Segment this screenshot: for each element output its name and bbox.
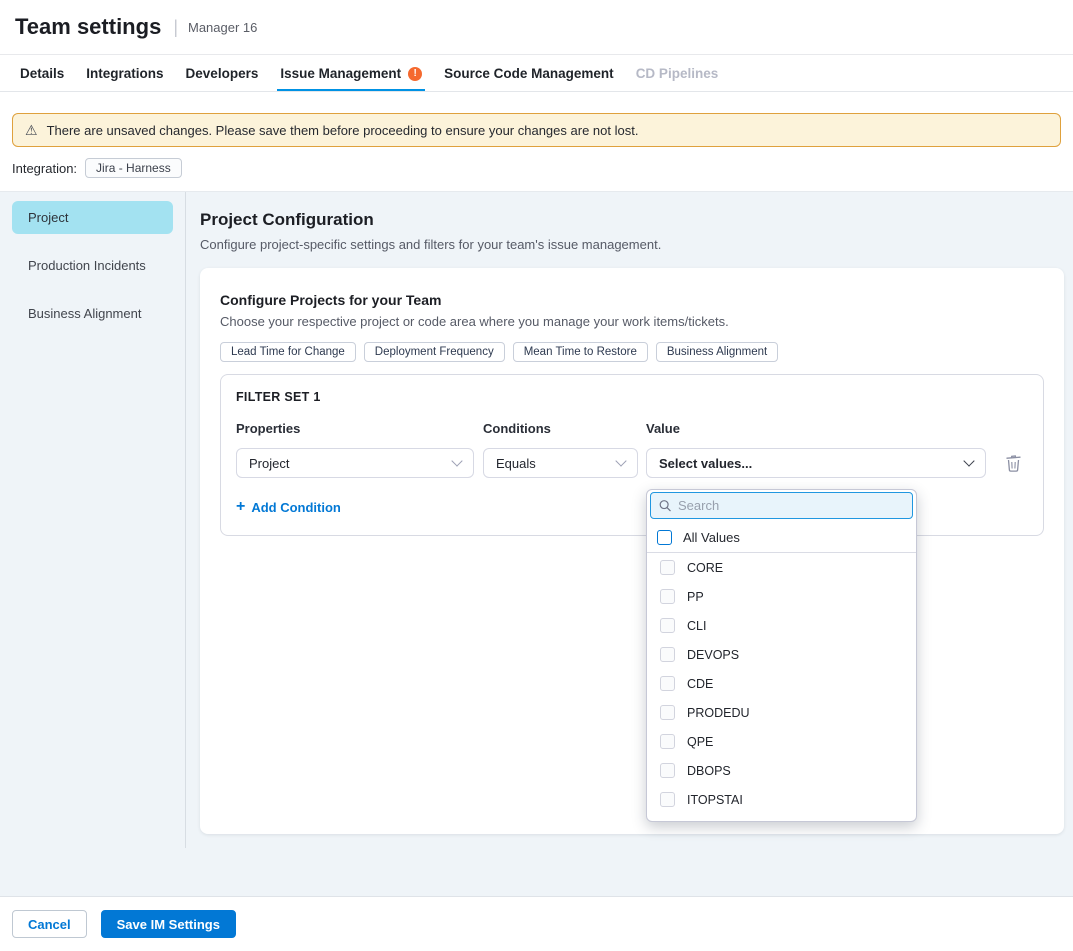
team-name: Manager 16 bbox=[188, 20, 257, 35]
tab-source-code-management[interactable]: Source Code Management bbox=[444, 56, 614, 91]
title-separator: | bbox=[173, 17, 178, 38]
checkbox[interactable] bbox=[660, 734, 675, 749]
filter-set-1: FILTER SET 1 Properties Conditions Value… bbox=[220, 374, 1044, 536]
save-im-settings-button[interactable]: Save IM Settings bbox=[101, 910, 236, 938]
chevron-down-icon bbox=[963, 455, 974, 466]
all-values-label: All Values bbox=[683, 530, 740, 545]
checkbox[interactable] bbox=[660, 560, 675, 575]
option-devops[interactable]: DEVOPS bbox=[647, 640, 916, 669]
tab-details[interactable]: Details bbox=[20, 56, 64, 91]
condition-select-value: Equals bbox=[496, 456, 536, 471]
option-cde[interactable]: CDE bbox=[647, 669, 916, 698]
conditions-column-label: Conditions bbox=[483, 421, 646, 436]
tab-issue-management[interactable]: Issue Management ! bbox=[280, 56, 422, 91]
trash-icon bbox=[1006, 455, 1021, 472]
property-select-value: Project bbox=[249, 456, 289, 471]
option-prodedu[interactable]: PRODEDU bbox=[647, 698, 916, 727]
card-subtitle: Choose your respective project or code a… bbox=[220, 314, 1044, 329]
add-condition-button[interactable]: + Add Condition bbox=[236, 499, 341, 515]
chevron-down-icon bbox=[451, 455, 462, 466]
main-panel: Project Configuration Configure project-… bbox=[186, 192, 1073, 896]
value-select-wrap: Select values... All Values bbox=[646, 448, 986, 478]
checkbox[interactable] bbox=[660, 792, 675, 807]
tab-integrations[interactable]: Integrations bbox=[86, 56, 163, 91]
cancel-button[interactable]: Cancel bbox=[12, 910, 87, 938]
settings-tab-bar: Details Integrations Developers Issue Ma… bbox=[0, 56, 1073, 92]
filter-row: Project Equals Select values... bbox=[236, 448, 1028, 478]
checkbox[interactable] bbox=[660, 589, 675, 604]
value-dropdown: All Values CORE PP CLI DEVOPS CDE PRODED… bbox=[646, 489, 917, 822]
integration-chip[interactable]: Jira - Harness bbox=[85, 158, 182, 178]
properties-column-label: Properties bbox=[236, 421, 483, 436]
checkbox[interactable] bbox=[660, 618, 675, 633]
chip-mean-time-to-restore[interactable]: Mean Time to Restore bbox=[513, 342, 648, 362]
dropdown-search bbox=[650, 492, 913, 519]
all-values-option[interactable]: All Values bbox=[647, 522, 916, 553]
unsaved-changes-banner: ⚠ There are unsaved changes. Please save… bbox=[12, 113, 1061, 147]
sub-header-section: ⚠ There are unsaved changes. Please save… bbox=[0, 92, 1073, 192]
sidebar-item-project[interactable]: Project bbox=[12, 201, 173, 234]
chip-lead-time-for-change[interactable]: Lead Time for Change bbox=[220, 342, 356, 362]
page-title: Team settings bbox=[15, 14, 161, 40]
chip-business-alignment[interactable]: Business Alignment bbox=[656, 342, 778, 362]
value-select-placeholder: Select values... bbox=[659, 456, 752, 471]
chip-deployment-frequency[interactable]: Deployment Frequency bbox=[364, 342, 505, 362]
integration-row: Integration: Jira - Harness bbox=[12, 158, 182, 178]
option-cli[interactable]: CLI bbox=[647, 611, 916, 640]
tab-cd-pipelines: CD Pipelines bbox=[636, 56, 719, 91]
checkbox[interactable] bbox=[660, 705, 675, 720]
sidebar-item-production-incidents[interactable]: Production Incidents bbox=[12, 249, 173, 282]
page-header: Team settings | Manager 16 bbox=[0, 0, 1073, 55]
checkbox[interactable] bbox=[660, 647, 675, 662]
chevron-down-icon bbox=[615, 455, 626, 466]
tab-developers[interactable]: Developers bbox=[186, 56, 259, 91]
filter-set-title: FILTER SET 1 bbox=[236, 390, 1028, 404]
value-multiselect[interactable]: Select values... bbox=[646, 448, 986, 478]
checkbox-all-values[interactable] bbox=[657, 530, 672, 545]
option-pp[interactable]: PP bbox=[647, 582, 916, 611]
condition-select[interactable]: Equals bbox=[483, 448, 638, 478]
add-condition-label: Add Condition bbox=[251, 500, 341, 515]
integration-label: Integration: bbox=[12, 161, 77, 176]
option-core[interactable]: CORE bbox=[647, 553, 916, 582]
value-column-label: Value bbox=[646, 421, 1028, 436]
checkbox[interactable] bbox=[660, 676, 675, 691]
search-icon bbox=[659, 499, 671, 512]
search-input[interactable] bbox=[678, 498, 904, 513]
configure-projects-card: Configure Projects for your Team Choose … bbox=[200, 268, 1064, 834]
tab-content: Project Production Incidents Business Al… bbox=[0, 192, 1073, 896]
option-pipe[interactable]: PIPE bbox=[647, 814, 916, 822]
unsaved-alert-badge-icon: ! bbox=[408, 67, 422, 81]
checkbox[interactable] bbox=[660, 763, 675, 778]
warning-icon: ⚠ bbox=[25, 123, 38, 137]
property-select[interactable]: Project bbox=[236, 448, 474, 478]
delete-filter-button[interactable] bbox=[1006, 455, 1021, 472]
plus-icon: + bbox=[236, 499, 245, 515]
checkbox[interactable] bbox=[660, 821, 675, 822]
sidebar: Project Production Incidents Business Al… bbox=[0, 192, 186, 848]
option-qpe[interactable]: QPE bbox=[647, 727, 916, 756]
metric-chips: Lead Time for Change Deployment Frequenc… bbox=[220, 342, 1044, 362]
option-dbops[interactable]: DBOPS bbox=[647, 756, 916, 785]
banner-text: There are unsaved changes. Please save t… bbox=[47, 123, 639, 138]
sidebar-item-business-alignment[interactable]: Business Alignment bbox=[12, 297, 173, 330]
option-itopstai[interactable]: ITOPSTAI bbox=[647, 785, 916, 814]
card-title: Configure Projects for your Team bbox=[220, 292, 1044, 308]
footer-action-bar: Cancel Save IM Settings bbox=[0, 896, 1073, 951]
filter-column-labels: Properties Conditions Value bbox=[236, 421, 1028, 436]
section-subtitle: Configure project-specific settings and … bbox=[186, 230, 1073, 252]
section-title: Project Configuration bbox=[186, 192, 1073, 230]
